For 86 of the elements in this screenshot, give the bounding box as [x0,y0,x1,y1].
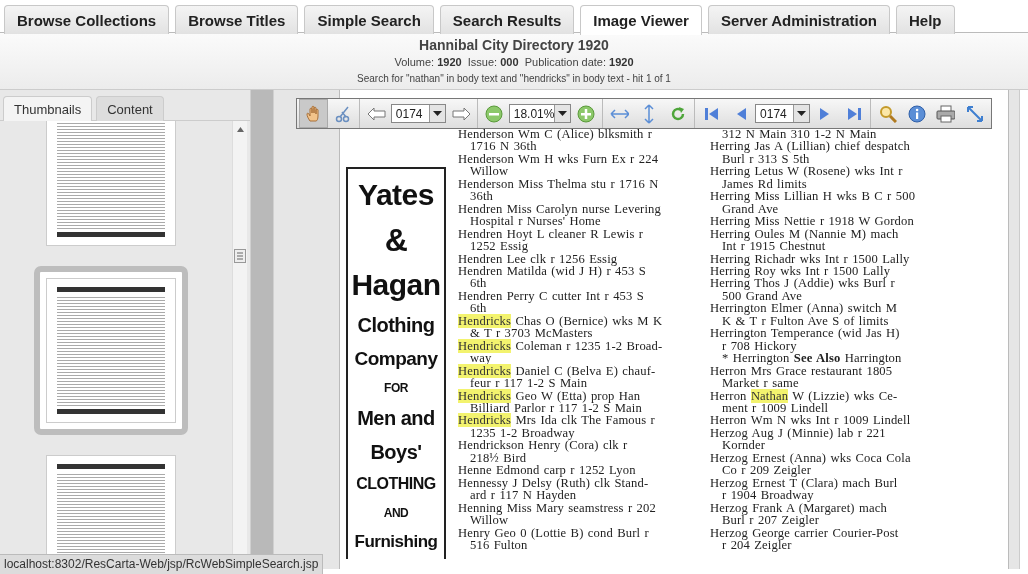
directory-entry: * Herrington See Also Harrington [721,352,903,365]
directory-entry: Herring Jas A (Lillian) chief despatch Burl r 313 S 5th [710,140,911,166]
advert-text: Company [354,348,438,368]
dropdown-field[interactable]: 0174 [755,104,811,123]
link-url-tooltip: localhost:8302/ResCarta-Web/jsp/RcWebSimpleSearch.jsp [0,554,324,574]
arrow-left-icon [366,106,386,121]
panel-tab[interactable]: Thumbnails [3,96,93,121]
directory-entry: Henry Geo 0 (Lottie B) cond Burl r 516 Fulton [458,526,650,552]
search-summary: Search for "nathan" in body text and "hendricks" in body text - hit 1 of 1 [357,72,671,86]
search-icon [878,104,897,123]
directory-entry: Hendren Hoyt L cleaner R Lewis r 1252 Essig [458,227,645,253]
nav-tab[interactable]: Server Administration [707,5,891,34]
advert-text: CLOTHING [356,476,436,493]
directory-entry: Herron Wm N wks Int r 1009 Lindell [710,414,912,427]
print-icon [936,104,956,123]
fit-height-icon [643,103,654,124]
advert-text: Furnishing [354,532,438,550]
advert-text: FOR [384,381,408,394]
nav-tab[interactable]: Image Viewer [580,5,702,35]
dropdown-field[interactable]: 18.01% [508,104,572,123]
directory-entry: Herring Miss Nettie r 1918 W Gordon [710,215,915,228]
document-title: Hannibal City Directory 1920 [419,36,609,54]
nav-tab[interactable]: Browse Titles [175,5,299,34]
next-page-icon [818,105,831,122]
directory-entry: Hendren Miss Carolyn nurse Levering Hospital r Nurses' Home [458,202,662,228]
directory-entry: Herron Nathan W (Lizzie) wks Ce- ment r 1009 Lindell [710,389,899,415]
advert-text: Hagan [351,270,441,301]
nav-tab[interactable]: Simple Search [304,5,434,34]
scroll-up-icon[interactable] [237,127,244,132]
selected-thumbnail-frame[interactable] [34,266,188,435]
panel-tab[interactable]: Content [96,96,164,121]
directory-entry: Herron Mrs Grace restaurant 1805 Market r same [710,364,893,390]
directory-entry: Henderson Miss Thelma stu r 1716 N 36th [458,177,660,203]
directory-entry: Herrington Elmer (Anna) switch M K & T r Fulton Ave S of limits [710,302,899,328]
directory-entry: Herring Oules M (Nannie M) mach Int r 1915 Chestnut [710,227,900,253]
info-icon [907,104,926,123]
directory-entry: Herring Roy wks Int r 1500 Lally [710,265,891,278]
directory-entry: Henne Edmond carp r 1252 Lyon [458,464,636,477]
directory-entry: Hendricks Chas O (Bernice) wks M K & T r 3703 McMasters [458,314,664,340]
directory-entry: Hendricks Geo W (Etta) prop Han Billiard Parlor r 117 1-2 S Main [458,389,643,415]
nav-tab[interactable]: Help [896,5,955,34]
advert-text: & [384,224,408,257]
toolbar-button[interactable] [299,99,328,128]
scissors-icon [333,104,352,123]
first-page-icon [703,105,720,122]
document-details: Volume: 1920 Issue: 000 Publication date: 1920 [394,55,634,70]
caret-icon [797,111,807,116]
directory-entry: Herring Letus W (Rosene) wks Int r James Rd limits [710,165,904,191]
advert-text: Yates [358,180,434,211]
directory-entry: Herzog Frank A (Margaret) mach Burl r 207 Zeigler [710,501,888,527]
advert-text: Boys' [370,442,422,463]
directory-entry: Herzog Ernest (Anna) wks Coca Cola Co r 209 Zeigler [710,451,912,477]
fullscreen-icon [965,104,984,123]
dropdown-field[interactable]: 0174 [390,104,446,123]
directory-entry: Herzog George carrier Courier-Post r 204 Zeigler [710,526,900,552]
fit-width-icon [610,108,630,119]
directory-entry: Herring Richadr wks Int r 1500 Lally [710,252,911,265]
directory-entry: Herzog Aug J (Minnie) lab r 221 Kornder [710,426,887,452]
directory-entry: Hendrickson Henry (Cora) clk r 218½ Bird [458,439,629,465]
scroll-thumb-icon[interactable] [234,249,246,263]
zoom-out-icon [485,104,504,123]
caret-icon [432,111,442,116]
nav-tab[interactable]: Browse Collections [4,5,170,34]
directory-entry: Hendren Lee clk r 1256 Essig [458,252,618,265]
directory-entry: 312 N Main 310 1-2 N Main [721,128,878,141]
directory-entry: Henderson Wm H wks Furn Ex r 224 Willow [458,152,660,178]
advert-text: AND [383,506,409,519]
advert-text: Clothing [357,314,435,335]
advert-text: Men and [357,408,435,429]
directory-entry: Hendren Perry C cutter Int r 453 S 6th [458,289,645,315]
directory-entry: Herzog Ernest T (Clara) mach Burl r 1904 Broadway [710,476,899,502]
directory-entry: Herring Miss Lillian H wks B C r 500 Grand Ave [710,190,917,216]
caret-icon [558,111,568,116]
nav-tab[interactable]: Search Results [439,5,575,34]
directory-entry: Hendren Matilda (wid J H) r 453 S 6th [458,265,647,290]
directory-entry: Henderson Wm C (Alice) blksmith r 1716 N 36th [458,128,654,153]
directory-entry: Hendricks Mrs Ida clk The Famous r 1235 1-2 Broadway [458,414,656,440]
directory-entry: Hennessy J Delsy (Ruth) clk Stand- ard r 117 N Hayden [458,476,650,502]
arrow-right-icon [450,106,470,121]
directory-entry: Henning Miss Mary seamstress r 202 Willow [458,501,657,527]
last-page-icon [845,105,862,122]
directory-entry: Herring Thos J (Addie) wks Burl r 500 Grand Ave [710,277,896,303]
directory-entry: Herrington Temperance (wid Jas H) r 708 Hickory [710,327,901,353]
directory-entry: Hendricks Coleman r 1235 1-2 Broad- way [458,339,664,365]
zoom-in-icon [576,104,595,123]
directory-entry: Hendricks Daniel C (Belva E) chauf- feur r 117 1-2 S Main [458,364,657,390]
